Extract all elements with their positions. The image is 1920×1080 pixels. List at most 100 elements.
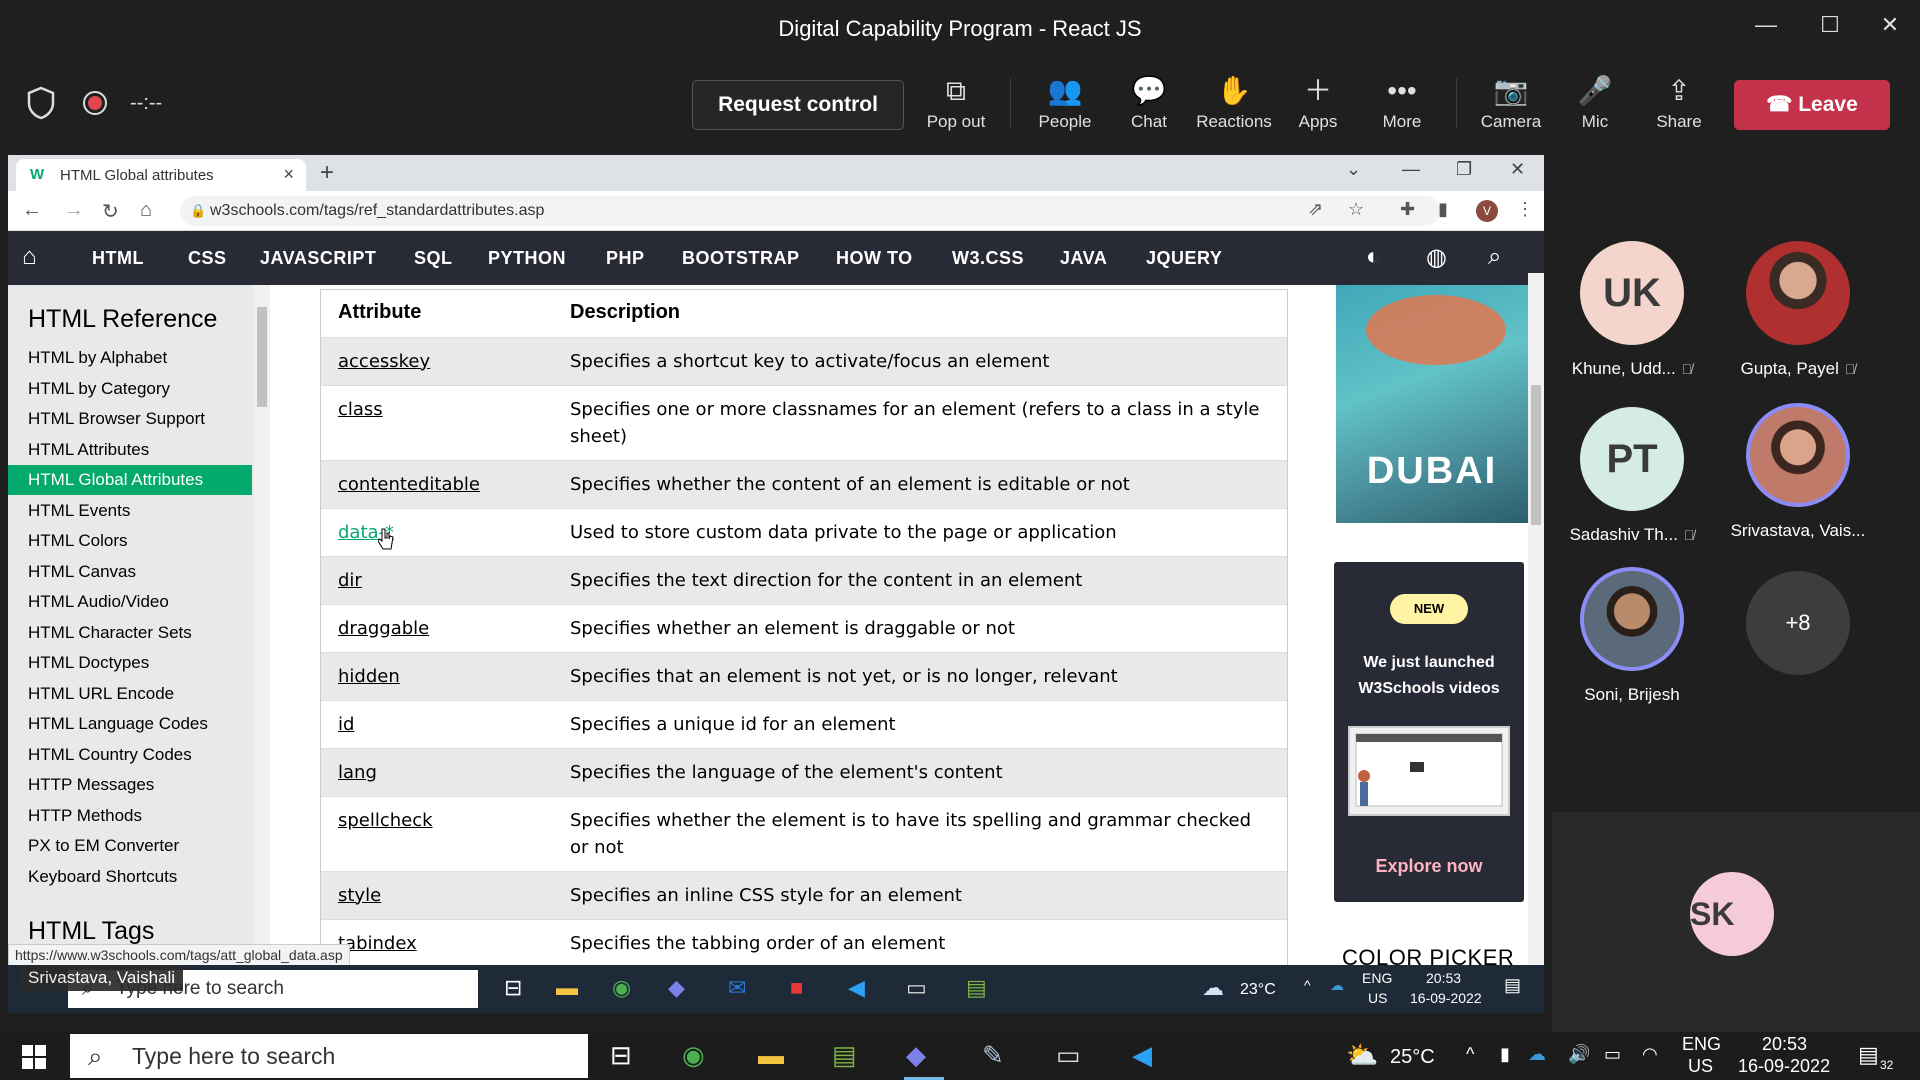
- share-button[interactable]: ⇪ Share: [1640, 74, 1718, 132]
- vscode-icon[interactable]: ◀: [848, 975, 865, 1001]
- nav-javascript[interactable]: JAVASCRIPT: [260, 248, 376, 269]
- attribute-link[interactable]: id: [338, 714, 354, 735]
- sidebar-item[interactable]: HTML Character Sets: [8, 618, 252, 648]
- sidebar-item[interactable]: HTML Audio/Video: [8, 587, 252, 617]
- sidebar-item[interactable]: HTML Events: [8, 496, 252, 526]
- participant-tile[interactable]: Soni, Brijesh: [1552, 567, 1712, 705]
- minimize-button[interactable]: —: [1746, 12, 1786, 44]
- profile-avatar[interactable]: V: [1476, 200, 1498, 222]
- teams-icon[interactable]: ◆: [668, 975, 685, 1001]
- camera-button[interactable]: 📷 Camera: [1472, 74, 1550, 132]
- nav-w3css[interactable]: W3.CSS: [952, 248, 1024, 269]
- nav-php[interactable]: PHP: [606, 248, 645, 269]
- attribute-link[interactable]: lang: [338, 762, 377, 783]
- attribute-link[interactable]: tabindex: [338, 933, 417, 954]
- more-button[interactable]: ••• More: [1363, 74, 1441, 132]
- sidebar-item[interactable]: PX to EM Converter: [8, 831, 252, 861]
- browser-tab[interactable]: W HTML Global attributes ×: [16, 159, 306, 191]
- terminal-icon[interactable]: ▭: [1056, 1040, 1081, 1071]
- task-view-icon[interactable]: ⊟: [610, 1040, 632, 1071]
- self-view-tile[interactable]: SK: [1552, 812, 1920, 1032]
- browser-minimize-button[interactable]: —: [1402, 159, 1420, 180]
- pen-icon[interactable]: ▮: [1500, 1044, 1510, 1065]
- sidebar-item[interactable]: HTML by Category: [8, 374, 252, 404]
- browser-menu-icon[interactable]: ⋮: [1516, 199, 1534, 220]
- tab-search-icon[interactable]: ⌄: [1346, 159, 1361, 180]
- sidebar-item[interactable]: HTML Language Codes: [8, 709, 252, 739]
- dark-mode-icon[interactable]: ◐: [1366, 243, 1381, 271]
- participant-tile[interactable]: Srivastava, Vais...: [1718, 403, 1878, 541]
- nav-sql[interactable]: SQL: [414, 248, 453, 269]
- nav-html[interactable]: HTML: [92, 248, 144, 269]
- nav-java[interactable]: JAVA: [1060, 248, 1107, 269]
- maximize-button[interactable]: ☐: [1810, 12, 1850, 44]
- volume-icon[interactable]: 🔊: [1568, 1044, 1590, 1065]
- tab-close-icon[interactable]: ×: [283, 164, 294, 185]
- share-page-icon[interactable]: ⇗: [1308, 199, 1323, 220]
- browser-close-button[interactable]: ✕: [1510, 159, 1525, 180]
- dubai-ad[interactable]: DUBAI: [1336, 285, 1528, 523]
- chat-button[interactable]: 💬 Chat: [1110, 74, 1188, 132]
- scrollbar-thumb[interactable]: [1531, 385, 1541, 525]
- onedrive-icon[interactable]: ☁: [1528, 1044, 1546, 1065]
- nav-bootstrap[interactable]: BOOTSTRAP: [682, 248, 800, 269]
- attribute-link[interactable]: spellcheck: [338, 810, 433, 831]
- nav-how-to[interactable]: HOW TO: [836, 248, 913, 269]
- more-participants-tile[interactable]: +8: [1718, 571, 1878, 675]
- terminal-icon[interactable]: ▭: [906, 975, 927, 1001]
- w3-home-icon[interactable]: ⌂: [22, 243, 37, 271]
- bookmark-star-icon[interactable]: ☆: [1348, 199, 1364, 220]
- id-app-icon[interactable]: ■: [790, 975, 803, 1001]
- file-explorer-icon[interactable]: ▬: [556, 975, 578, 1001]
- tray-chevron-icon[interactable]: ^: [1466, 1044, 1474, 1065]
- sidebar-item[interactable]: HTML Canvas: [8, 557, 252, 587]
- sidebar-scrollbar[interactable]: [254, 285, 270, 965]
- attribute-link[interactable]: contenteditable: [338, 474, 480, 495]
- vscode-icon[interactable]: ◀: [1132, 1040, 1152, 1071]
- chrome-icon[interactable]: ◉: [612, 975, 631, 1001]
- battery-icon[interactable]: ▭: [1604, 1044, 1621, 1065]
- sidebar-item[interactable]: HTML Browser Support: [8, 404, 252, 434]
- taskbar-time[interactable]: 20:53: [1762, 1034, 1807, 1055]
- pop-out-button[interactable]: ⧉ Pop out: [917, 74, 995, 132]
- people-button[interactable]: 👥 People: [1026, 74, 1104, 132]
- home-icon[interactable]: ⌂: [140, 199, 152, 222]
- taskbar-date[interactable]: 16-09-2022: [1738, 1056, 1830, 1077]
- globe-icon[interactable]: ◍: [1426, 243, 1447, 272]
- sidebar-item[interactable]: HTML URL Encode: [8, 679, 252, 709]
- taskbar-search-box[interactable]: ⌕ Type here to search: [70, 1034, 588, 1078]
- attribute-link[interactable]: draggable: [338, 618, 429, 639]
- participant-tile[interactable]: PT Sadashiv Th... 🎙̸: [1552, 407, 1712, 545]
- page-scrollbar[interactable]: [1528, 273, 1544, 965]
- sidebar-item[interactable]: HTTP Messages: [8, 770, 252, 800]
- back-icon[interactable]: ←: [22, 199, 42, 222]
- windows-start-icon[interactable]: [22, 1045, 46, 1069]
- nav-css[interactable]: CSS: [188, 248, 227, 269]
- participant-tile[interactable]: Gupta, Payel 🎙̸: [1718, 241, 1878, 379]
- reactions-button[interactable]: ✋ Reactions: [1195, 74, 1273, 132]
- side-panel-icon[interactable]: ▮: [1438, 199, 1448, 220]
- nav-jquery[interactable]: JQUERY: [1146, 248, 1222, 269]
- attribute-link[interactable]: style: [338, 885, 381, 906]
- attribute-link[interactable]: accesskey: [338, 351, 430, 372]
- task-view-icon[interactable]: ⊟: [504, 975, 522, 1001]
- sidebar-item[interactable]: HTTP Methods: [8, 801, 252, 831]
- close-button[interactable]: ✕: [1870, 12, 1910, 44]
- browser-restore-button[interactable]: ❐: [1456, 159, 1472, 180]
- sidebar-item-active[interactable]: HTML Global Attributes: [8, 465, 252, 495]
- onedrive-icon[interactable]: ☁: [1330, 977, 1344, 994]
- excel-icon[interactable]: ▤: [832, 1040, 857, 1071]
- forward-icon[interactable]: →: [64, 199, 84, 222]
- sidebar-item[interactable]: Keyboard Shortcuts: [8, 862, 252, 892]
- apps-button[interactable]: ＋ Apps: [1279, 74, 1357, 132]
- mic-button[interactable]: 🎤 Mic: [1556, 74, 1634, 132]
- new-tab-button[interactable]: +: [320, 159, 334, 187]
- participant-tile[interactable]: UK Khune, Udd... 🎙̸: [1552, 241, 1712, 379]
- sidebar-item[interactable]: HTML Attributes: [8, 435, 252, 465]
- outlook-icon[interactable]: ✉: [728, 975, 746, 1001]
- sidebar-item[interactable]: HTML Doctypes: [8, 648, 252, 678]
- sidebar-item[interactable]: HTML Country Codes: [8, 740, 252, 770]
- sidebar-item[interactable]: HTML by Alphabet: [8, 343, 252, 373]
- sidebar-item[interactable]: HTML Colors: [8, 526, 252, 556]
- attribute-link[interactable]: class: [338, 399, 383, 420]
